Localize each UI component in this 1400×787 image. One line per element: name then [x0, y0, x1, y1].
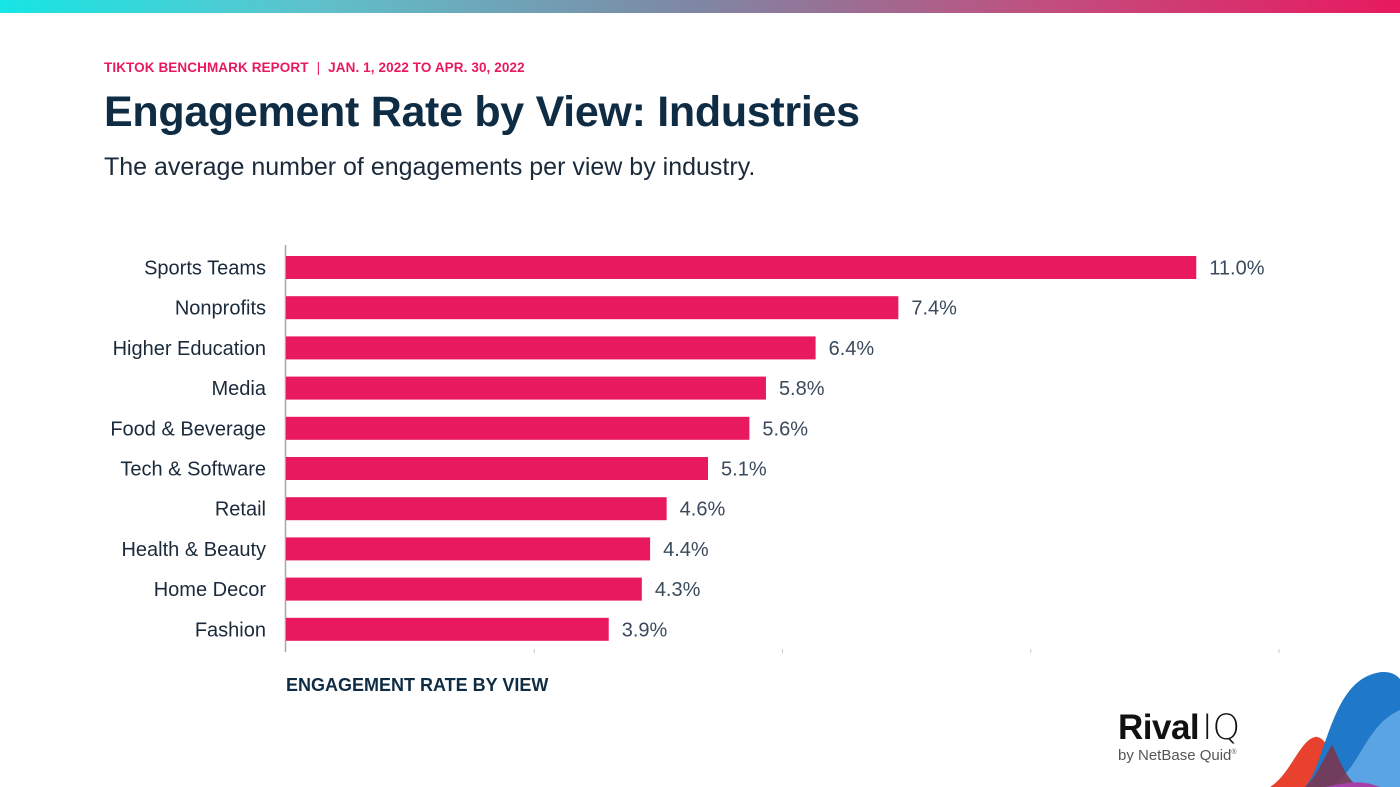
value-label: 5.6%	[762, 418, 808, 440]
value-label: 11.0%	[1209, 258, 1264, 280]
bar	[286, 416, 750, 440]
value-label: 4.6%	[680, 499, 726, 521]
bar	[286, 457, 709, 480]
decorative-waves-icon	[1270, 672, 1400, 787]
registered-mark: ®	[1231, 749, 1237, 756]
bar	[286, 256, 1197, 279]
bar	[286, 376, 766, 400]
category-label: Fashion	[195, 619, 266, 641]
logo-rival: Rival	[1118, 708, 1200, 747]
value-label: 5.1%	[721, 459, 767, 481]
bar-chart: Sports Teams 11.0% Nonprofits 7.4% Higher Ed…	[110, 245, 1280, 653]
bar	[286, 617, 609, 641]
category-label: Tech & Software	[120, 459, 266, 481]
x-axis-title: ENGAGEMENT RATE BY VIEW	[286, 675, 549, 695]
category-label: Media	[212, 378, 267, 400]
value-label: 4.4%	[663, 539, 709, 561]
category-label: Higher Education	[113, 338, 266, 360]
logo-tagline-text: by NetBase Quid	[1118, 747, 1232, 764]
bar	[286, 497, 667, 521]
logo-iq: IQ	[1202, 708, 1241, 748]
bar	[286, 577, 642, 601]
category-label: Nonprofits	[175, 298, 266, 320]
logo-wordmark: RivalIQ	[1118, 710, 1240, 746]
value-label: 6.4%	[829, 338, 875, 360]
value-label: 5.8%	[779, 378, 825, 400]
value-label: 7.4%	[911, 298, 957, 320]
category-label: Home Decor	[154, 579, 267, 601]
value-label: 3.9%	[622, 619, 668, 641]
category-label: Retail	[215, 499, 266, 521]
bar	[286, 336, 816, 360]
logo-tagline: by NetBase Quid®	[1118, 747, 1240, 764]
category-label: Sports Teams	[144, 258, 266, 280]
value-label: 4.3%	[655, 579, 701, 601]
bar	[286, 296, 899, 320]
category-label: Health & Beauty	[121, 539, 266, 561]
rival-iq-logo: RivalIQ by NetBase Quid®	[1118, 710, 1240, 764]
bar	[286, 537, 651, 561]
category-label: Food & Beverage	[110, 418, 266, 440]
